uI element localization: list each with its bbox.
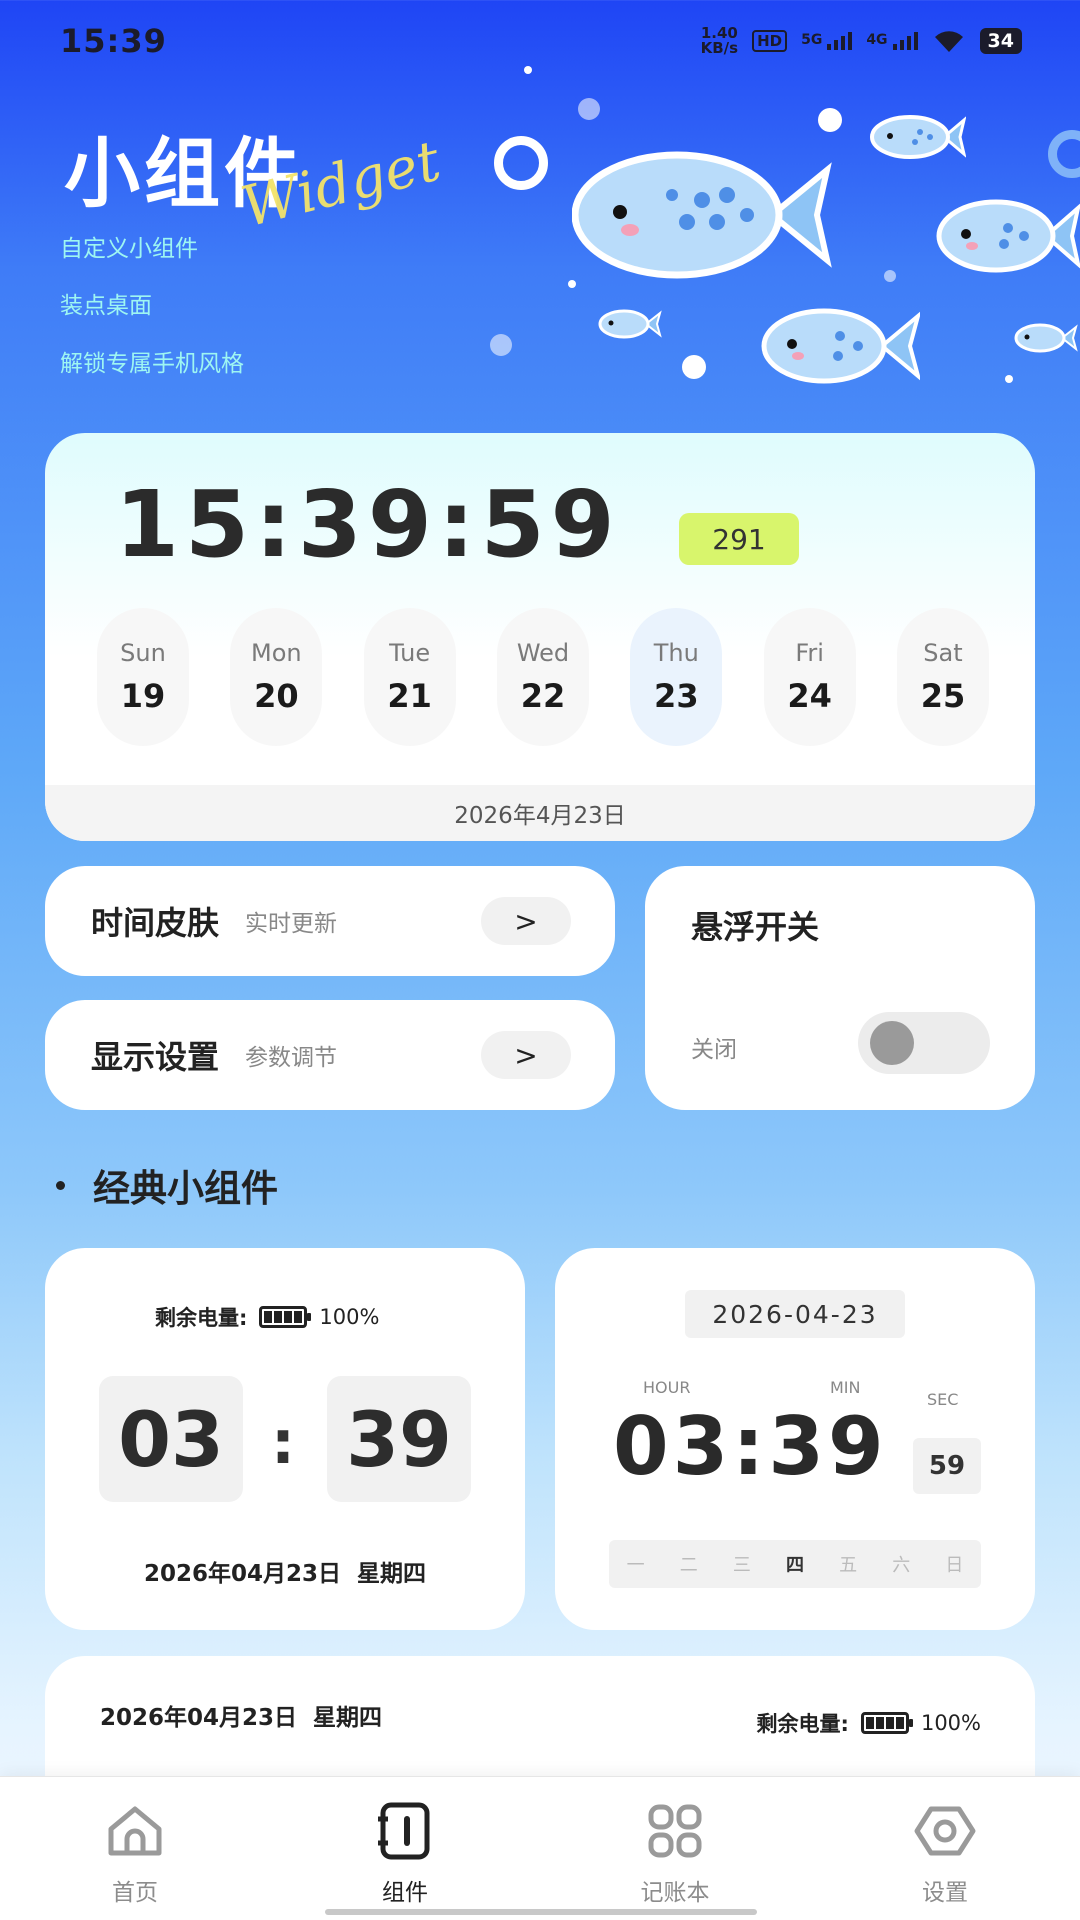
battery-icon: 34: [979, 28, 1022, 54]
signal-5g-icon: 5G: [801, 32, 853, 50]
hour-digits: 03: [99, 1376, 243, 1502]
bubble-decoration: [578, 98, 600, 120]
bubble-decoration: [524, 66, 532, 74]
home-indicator[interactable]: [325, 1909, 757, 1915]
widget-date: 2026年04月23日 星期四: [100, 1705, 383, 1731]
status-icons: 1.40 KB/s HD 5G 4G 34: [701, 26, 1022, 56]
float-toggle-switch[interactable]: [858, 1012, 990, 1074]
display-settings-card[interactable]: 显示设置 参数调节 >: [45, 1000, 615, 1110]
hero-line-1: 自定义小组件: [60, 236, 198, 262]
widget-battery-clock[interactable]: 剩余电量: 100% 03 : 39 2026年04月23日 星期四: [45, 1248, 525, 1630]
widget-digital-clock[interactable]: 2026-04-23 HOUR MIN SEC 03:39 59 一 二 三 四…: [555, 1248, 1035, 1630]
time-colon: :: [271, 1408, 295, 1478]
net-speed: 1.40 KB/s: [700, 24, 739, 57]
day-sat[interactable]: Sat 25: [896, 608, 989, 746]
fish-small-icon: [870, 115, 966, 159]
widget-seconds: 59: [913, 1438, 981, 1494]
chevron-right-icon: >: [514, 904, 538, 938]
hero-line-2: 装点桌面: [60, 293, 152, 319]
day-count-badge: 291: [679, 513, 799, 565]
bubble-decoration: [884, 270, 896, 282]
signal-4g-icon: 4G: [866, 32, 918, 50]
tab-widget[interactable]: 组件: [315, 1799, 495, 1907]
day-sun[interactable]: Sun 19: [97, 608, 189, 746]
battery-icon: [860, 1712, 913, 1734]
hour-label: HOUR: [643, 1378, 691, 1397]
clock-full-date: 2026年4月23日: [45, 785, 1035, 841]
grid-icon: [648, 1804, 702, 1858]
wifi-icon: [934, 31, 963, 52]
week-day-strip: Sun 19 Mon 20 Tue 21 Wed 22 Thu 23 Fri 24 Sat 2…: [97, 608, 989, 746]
tab-settings[interactable]: 设置: [855, 1799, 1035, 1907]
toggle-knob: [870, 1021, 914, 1065]
bullet-dot: [56, 1180, 65, 1190]
battery-row: 剩余电量: 100%: [756, 1711, 981, 1736]
bottom-tab-bar: 首页 组件 记账本 设置: [0, 1776, 1080, 1920]
fish-large-icon: [572, 151, 832, 279]
minute-digits: 39: [327, 1376, 471, 1502]
bubble-decoration: [818, 108, 842, 132]
day-mon[interactable]: Mon 20: [230, 608, 323, 746]
time-skin-title: 时间皮肤: [91, 904, 220, 942]
tab-ledger[interactable]: 记账本: [585, 1799, 765, 1907]
fish-tiny-icon: [1014, 323, 1078, 353]
bubble-decoration: [682, 355, 706, 379]
widget-date-badge: 2026-04-23: [685, 1290, 905, 1338]
weekday-strip: 一 二 三 四 五 六 日: [609, 1540, 981, 1588]
fish-medium-icon: [761, 308, 920, 384]
widget-time: 03:39: [613, 1400, 888, 1493]
fish-tiny-icon: [598, 309, 662, 339]
display-settings-arrow-button[interactable]: >: [481, 1031, 571, 1079]
settings-icon: [914, 1806, 976, 1856]
time-skin-card[interactable]: 时间皮肤 实时更新 >: [45, 866, 615, 976]
battery-row: 剩余电量: 100%: [155, 1305, 380, 1330]
hero-line-3: 解锁专属手机风格: [60, 351, 244, 377]
section-title: 经典小组件: [56, 1158, 278, 1212]
bubble-decoration: [568, 280, 576, 288]
ring-decoration: [494, 136, 548, 190]
display-settings-subtitle: 参数调节: [245, 1045, 338, 1071]
fish-medium-icon: [936, 199, 1080, 273]
time-skin-arrow-button[interactable]: >: [481, 897, 571, 945]
float-toggle-title: 悬浮开关: [691, 908, 820, 946]
sec-label: SEC: [927, 1390, 959, 1409]
clock-time: 15:39:59: [115, 471, 621, 578]
clock-card[interactable]: 15:39:59 291 Sun 19 Mon 20 Tue 21 Wed 22 Thu…: [45, 433, 1035, 841]
bubble-decoration: [1005, 375, 1013, 383]
time-skin-subtitle: 实时更新: [245, 911, 338, 937]
chevron-right-icon: >: [514, 1038, 538, 1072]
display-settings-title: 显示设置: [91, 1038, 220, 1076]
day-thu-active[interactable]: Thu 23: [630, 608, 723, 746]
min-label: MIN: [830, 1378, 861, 1397]
hd-icon: HD: [752, 30, 788, 52]
day-wed[interactable]: Wed 22: [496, 608, 589, 746]
status-time: 15:39: [60, 22, 167, 60]
battery-icon: [259, 1306, 312, 1328]
home-icon: [108, 1806, 162, 1856]
bubble-decoration: [490, 334, 512, 356]
widget-date: 2026年04月23日 星期四: [143, 1561, 427, 1587]
tab-home[interactable]: 首页: [45, 1799, 225, 1907]
float-toggle-state: 关闭: [691, 1037, 737, 1063]
ring-decoration: [1048, 130, 1080, 178]
widget-icon: [378, 1802, 430, 1860]
day-tue[interactable]: Tue 21: [363, 608, 456, 746]
float-toggle-card: 悬浮开关 关闭: [645, 866, 1035, 1110]
day-fri[interactable]: Fri 24: [763, 608, 856, 746]
